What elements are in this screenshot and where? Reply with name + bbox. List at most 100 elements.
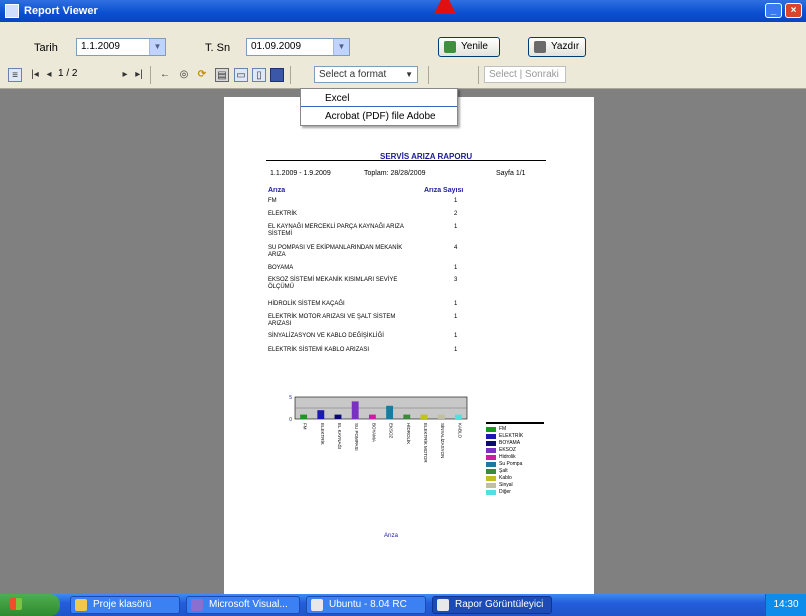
- legend-swatch: [486, 426, 496, 432]
- printer-icon: [534, 41, 546, 53]
- chevron-down-icon[interactable]: ▼: [149, 39, 165, 55]
- legend-item: Diğer: [486, 489, 556, 495]
- end-date-picker[interactable]: 01.09.2009 ▼: [246, 38, 350, 56]
- legend-swatch: [486, 461, 496, 467]
- refresh-icon: [444, 41, 456, 53]
- legend-swatch: [486, 433, 496, 439]
- legend-item: Sinyal: [486, 482, 556, 488]
- row-count: 1: [454, 265, 458, 271]
- table-row: SU POMPASI VE EKİPMANLARINDAN MEKANİK AR…: [268, 245, 403, 258]
- chart-bar: [403, 414, 411, 419]
- table-row: HİDROLİK SİSTEM KAÇAĞI: [268, 301, 345, 307]
- taskbar-item-visual-studio[interactable]: Microsoft Visual...: [186, 596, 300, 614]
- chart-x-tick-label: SİNYALİZASYON: [440, 423, 446, 458]
- legend-item: Su Pompa: [486, 461, 556, 467]
- visual-studio-icon: [191, 599, 203, 611]
- chart-bar: [368, 414, 376, 419]
- chevron-down-icon[interactable]: ▼: [405, 67, 413, 82]
- windows-logo-icon: [10, 598, 22, 610]
- back-icon[interactable]: ←: [158, 68, 172, 82]
- legend-item: EKSOZ: [486, 447, 556, 453]
- legend-swatch: [486, 454, 496, 460]
- end-date-label: T. Sn: [205, 42, 231, 54]
- minimize-button[interactable]: _: [765, 3, 782, 18]
- legend-label: Kablo: [499, 475, 512, 481]
- chart-x-tick-label: ELEKTRİK: [320, 423, 326, 445]
- folder-icon: [75, 599, 87, 611]
- legend-swatch: [486, 440, 496, 446]
- system-tray-clock: 14:30: [765, 594, 806, 616]
- legend-item: Şalt: [486, 468, 556, 474]
- chevron-down-icon[interactable]: ▼: [333, 39, 349, 55]
- document-map-icon[interactable]: ≡: [8, 68, 22, 82]
- legend-swatch: [486, 475, 496, 481]
- export-format-select[interactable]: Select a format ▼: [314, 66, 418, 83]
- start-date-picker[interactable]: 1.1.2009 ▼: [76, 38, 166, 56]
- fault-bar-chart: FM ELEKTRİK EL KAYNAĞI SU POMPASI BOYAMA EKSO…: [289, 395, 468, 463]
- chart-bar: [437, 414, 445, 419]
- export-icon[interactable]: [270, 68, 284, 82]
- chart-y-tick-label: 0: [289, 417, 292, 423]
- legend-label: Hidrolik: [499, 454, 516, 460]
- warning-arrow-icon: [434, 0, 456, 14]
- print-layout-icon[interactable]: ▭: [234, 68, 248, 82]
- legend-label: BOYAMA: [499, 440, 521, 446]
- chart-x-tick-label: EL KAYNAĞI: [337, 423, 343, 449]
- chart-x-axis-label: Arıza: [384, 533, 399, 539]
- row-count: 1: [454, 333, 458, 339]
- chart-bar: [351, 401, 359, 419]
- stop-icon[interactable]: ◎: [177, 68, 191, 82]
- row-count: 1: [454, 347, 458, 353]
- report-viewer-area[interactable]: SERVİS ARIZA RAPORU 1.1.2009 - 1.9.2009 …: [0, 89, 806, 594]
- row-count: 1: [454, 301, 458, 307]
- last-page-icon[interactable]: ▸|: [132, 68, 146, 82]
- legend-item: Hidrolik: [486, 454, 556, 460]
- table-row: SİNYALİZASYON VE KABLO DEĞİŞİKLİĞİ: [268, 333, 384, 339]
- report-page-number: Sayfa 1/1: [496, 170, 526, 177]
- chart-x-tick-label: ELEKTRİK MOTOR: [423, 423, 429, 463]
- report-toolbar: ≡ |◂ ◂ 1 / 2 ▸ ▸| ← ◎ ⟳ ▤ ▭ ▯ Select a f…: [0, 62, 806, 89]
- row-count: 2: [454, 211, 458, 217]
- table-row: ELEKTRİK: [268, 211, 298, 217]
- legend-label: Sinyal: [499, 482, 513, 488]
- current-page[interactable]: 1: [58, 68, 64, 79]
- refresh-button[interactable]: Yenile: [438, 37, 500, 57]
- refresh-report-icon[interactable]: ⟳: [195, 68, 209, 82]
- report-total: Toplam: 28/28/2009: [364, 170, 426, 177]
- print-button[interactable]: Yazdır: [528, 37, 586, 57]
- app-icon: [5, 4, 19, 18]
- taskbar-item-folder[interactable]: Proje klasörü: [70, 596, 180, 614]
- taskbar-item-report-viewer[interactable]: Rapor Görüntüleyici: [432, 596, 552, 614]
- legend-swatch: [486, 468, 496, 474]
- legend-item: Kablo: [486, 475, 556, 481]
- window-icon: [311, 599, 323, 611]
- chart-x-tick-label: SU POMPASI: [354, 423, 359, 451]
- close-button[interactable]: ×: [785, 3, 802, 18]
- find-input[interactable]: Select | Sonraki: [484, 66, 566, 83]
- chart-bar: [334, 414, 342, 419]
- column-header-item: Arıza: [268, 187, 286, 194]
- legend-label: Su Pompa: [499, 461, 523, 467]
- table-row: FM: [268, 198, 277, 204]
- report-date-range: 1.1.2009 - 1.9.2009: [270, 170, 331, 177]
- window-title: Report Viewer: [24, 5, 98, 17]
- row-count: 4: [454, 245, 458, 251]
- table-row: ELEKTRİK SİSTEMİ KABLO ARIZASI: [268, 347, 370, 353]
- start-button[interactable]: [0, 594, 60, 616]
- menu-item-excel[interactable]: Excel: [301, 90, 457, 107]
- start-date-label: Tarih: [34, 42, 58, 54]
- taskbar-item-ubuntu[interactable]: Ubuntu - 8.04 RC: [306, 596, 426, 614]
- chart-x-tick-label: KABLO: [457, 423, 462, 439]
- legend-swatch: [486, 482, 496, 488]
- menu-item-pdf[interactable]: Acrobat (PDF) file Adobe: [301, 108, 457, 125]
- table-row: EL KAYNAĞI MERCEKLİ PARÇA KAYNAĞI ARIZA …: [268, 224, 404, 237]
- chart-x-tick-label: BOYAMA: [371, 423, 376, 442]
- legend-label: ELEKTRİK: [499, 433, 524, 439]
- first-page-icon[interactable]: |◂: [28, 68, 42, 82]
- previous-page-icon[interactable]: ◂: [42, 68, 56, 82]
- print-icon[interactable]: ▤: [215, 68, 229, 82]
- page-setup-icon[interactable]: ▯: [252, 68, 266, 82]
- legend-label: EKSOZ: [499, 447, 516, 453]
- chart-bar: [300, 414, 308, 419]
- next-page-icon[interactable]: ▸: [118, 68, 132, 82]
